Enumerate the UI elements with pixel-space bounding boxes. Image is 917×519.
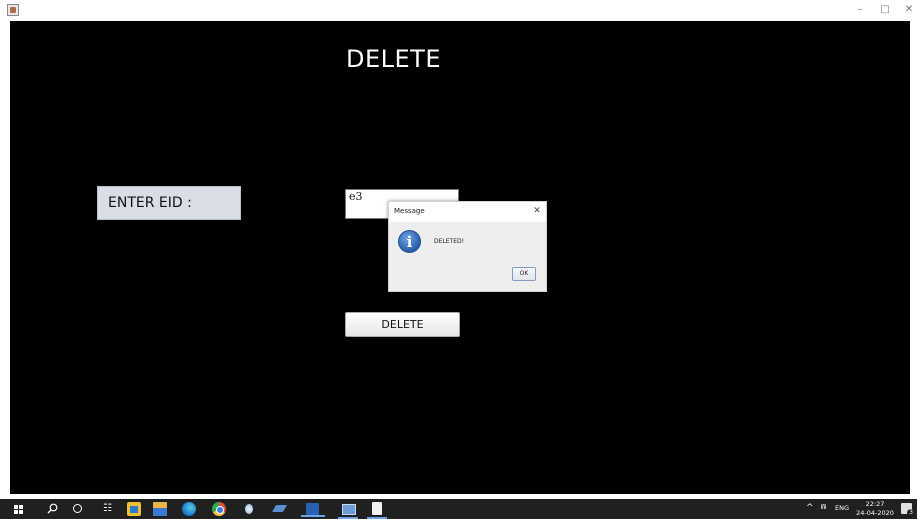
cortana-icon[interactable] <box>73 504 82 513</box>
clock-time[interactable]: 22:27 <box>863 500 887 508</box>
clock-date[interactable]: 24-04-2020 <box>855 509 895 517</box>
store-icon[interactable] <box>127 502 141 516</box>
info-icon: i <box>398 230 421 253</box>
notification-badge: 3 <box>907 509 915 517</box>
chrome-icon[interactable] <box>212 502 226 516</box>
page-title: DELETE <box>346 45 442 73</box>
word-icon[interactable] <box>300 502 326 517</box>
java-app-icon <box>7 4 19 16</box>
dialog-title: Message <box>394 207 425 215</box>
tray-chevron-icon[interactable]: ^ <box>806 503 814 513</box>
language-indicator[interactable]: ENG <box>835 504 849 512</box>
dialog-message: DELETED! <box>434 238 465 245</box>
app-icon[interactable] <box>242 502 256 516</box>
ok-button[interactable]: OK <box>512 267 536 281</box>
monitor-icon[interactable] <box>338 502 358 519</box>
minimize-button[interactable]: – <box>852 3 868 17</box>
windows-start-icon[interactable] <box>14 505 23 514</box>
app-canvas: DELETE ENTER EID : e3 DELETE Message ✕ i… <box>10 21 910 494</box>
window-titlebar: – □ ✕ <box>0 0 917 20</box>
file-explorer-icon[interactable] <box>153 502 167 516</box>
taskbar: ☷ ^ ⩎ ENG 22:27 24-04-2020 3 <box>0 499 917 519</box>
message-dialog: Message ✕ i DELETED! OK <box>388 201 547 292</box>
search-icon[interactable] <box>47 503 58 514</box>
close-window-button[interactable]: ✕ <box>901 3 917 17</box>
dialog-titlebar: Message ✕ <box>389 202 546 222</box>
task-view-icon[interactable]: ☷ <box>103 503 115 514</box>
pen-icon[interactable] <box>272 502 286 516</box>
info-icon-glyph: i <box>406 233 413 251</box>
eid-label: ENTER EID : <box>97 186 241 220</box>
java-icon[interactable] <box>367 502 387 519</box>
wifi-icon[interactable]: ⩎ <box>821 502 826 512</box>
delete-button[interactable]: DELETE <box>345 312 460 337</box>
dialog-close-button[interactable]: ✕ <box>531 205 543 217</box>
edge-icon[interactable] <box>182 502 196 516</box>
maximize-button[interactable]: □ <box>877 3 893 17</box>
